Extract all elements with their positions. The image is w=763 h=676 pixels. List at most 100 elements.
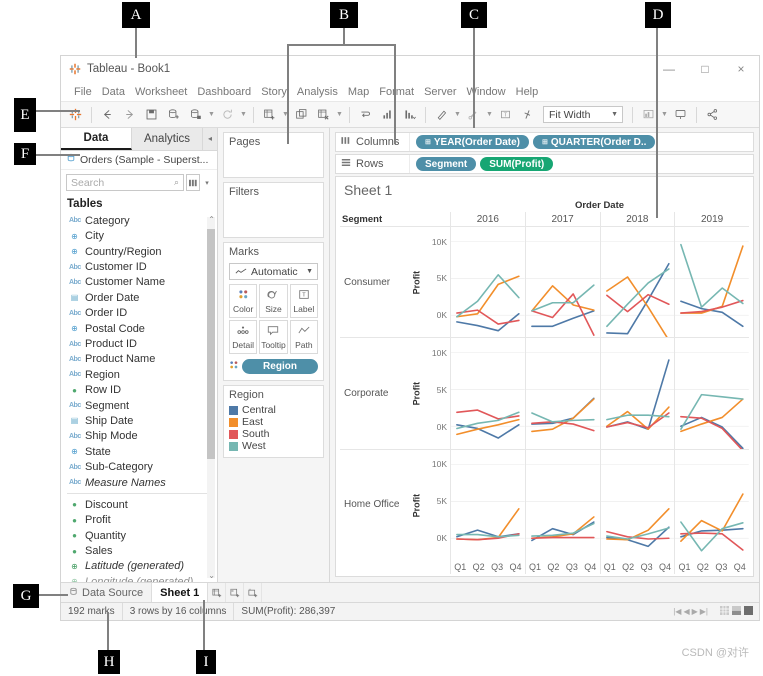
duplicate-sheet-icon[interactable]: [291, 105, 312, 125]
chart-pane[interactable]: [450, 227, 525, 337]
show-me-caret-icon[interactable]: ▼: [660, 105, 669, 125]
field-quantity[interactable]: ●Quantity: [63, 528, 217, 543]
field-measure-names[interactable]: AbcMeasure Names: [63, 475, 217, 490]
new-worksheet-icon[interactable]: [208, 583, 226, 602]
field-order-id[interactable]: AbcOrder ID: [63, 306, 217, 321]
highlight-icon[interactable]: [431, 105, 452, 125]
year-header-2018[interactable]: 2018: [600, 212, 675, 226]
data-pane-menu-icon[interactable]: ▾: [202, 174, 212, 191]
menu-item-help[interactable]: Help: [511, 86, 544, 98]
presentation-mode-icon[interactable]: [670, 105, 691, 125]
grid-view-icon[interactable]: [720, 606, 729, 618]
legend-item-south[interactable]: South: [229, 428, 318, 440]
segment-row-header[interactable]: Corporate: [340, 338, 410, 448]
status-pager[interactable]: |◀ ◀ ▶ ▶|: [667, 607, 714, 616]
field-ship-date[interactable]: ▤Ship Date: [63, 413, 217, 428]
year-header-2019[interactable]: 2019: [674, 212, 749, 226]
fit-dropdown[interactable]: Fit Width ▼: [543, 106, 623, 123]
group-caret-icon[interactable]: ▼: [485, 105, 494, 125]
marks-path-button[interactable]: Path: [290, 320, 318, 354]
clear-sheet-caret-icon[interactable]: ▼: [335, 105, 344, 125]
field-segment[interactable]: AbcSegment: [63, 398, 217, 413]
field-profit[interactable]: ●Profit: [63, 513, 217, 528]
fix-axes-icon[interactable]: [517, 105, 538, 125]
pill-year-order-date[interactable]: ⊞YEAR(Order Date): [416, 135, 529, 149]
maximize-button[interactable]: □: [687, 56, 723, 82]
columns-shelf-drop[interactable]: ⊞YEAR(Order Date) ⊞QUARTER(Order D..: [410, 133, 753, 151]
chart-pane[interactable]: [450, 338, 525, 448]
swap-rows-columns-icon[interactable]: [355, 105, 376, 125]
field-category[interactable]: AbcCategory: [63, 213, 217, 228]
menu-item-analysis[interactable]: Analysis: [292, 86, 343, 98]
field-customer-name[interactable]: AbcCustomer Name: [63, 275, 217, 290]
first-page-icon[interactable]: |◀: [673, 607, 681, 616]
close-button[interactable]: ×: [723, 56, 759, 82]
full-view-icon[interactable]: [744, 606, 753, 618]
columns-shelf[interactable]: Columns ⊞YEAR(Order Date) ⊞QUARTER(Order…: [335, 132, 754, 152]
highlight-caret-icon[interactable]: ▼: [453, 105, 462, 125]
menu-item-worksheet[interactable]: Worksheet: [130, 86, 192, 98]
data-pane-collapse-icon[interactable]: ◂: [203, 128, 217, 150]
field-order-date[interactable]: ▤Order Date: [63, 290, 217, 305]
new-data-source-icon[interactable]: [163, 105, 184, 125]
show-labels-icon[interactable]: T: [495, 105, 516, 125]
field-product-name[interactable]: AbcProduct Name: [63, 352, 217, 367]
menu-item-format[interactable]: Format: [374, 86, 419, 98]
chart-pane[interactable]: [674, 227, 749, 337]
marks-size-button[interactable]: Size: [259, 284, 287, 318]
data-source-tab[interactable]: Data Source: [61, 583, 152, 602]
refresh-caret-icon[interactable]: ▼: [239, 105, 248, 125]
tableau-home-icon[interactable]: [65, 105, 86, 125]
field-latitude[interactable]: ⊕Latitude (generated): [63, 559, 217, 574]
legend-item-east[interactable]: East: [229, 416, 318, 428]
segment-row-header[interactable]: Home Office: [340, 450, 410, 560]
field-list-scroll-thumb[interactable]: [207, 229, 215, 459]
rows-shelf-drop[interactable]: Segment SUM(Profit): [410, 155, 753, 173]
field-city[interactable]: ⊕City: [63, 229, 217, 244]
refresh-icon[interactable]: [217, 105, 238, 125]
year-header-2016[interactable]: 2016: [450, 212, 525, 226]
field-discount[interactable]: ●Discount: [63, 497, 217, 512]
field-ship-mode[interactable]: AbcShip Mode: [63, 429, 217, 444]
field-state[interactable]: ⊕State: [63, 444, 217, 459]
pill-sum-profit[interactable]: SUM(Profit): [480, 157, 553, 171]
marks-color-button[interactable]: Color: [229, 284, 257, 318]
marks-detail-button[interactable]: Detail: [229, 320, 257, 354]
marks-type-dropdown[interactable]: Automatic ▼: [229, 263, 318, 280]
chart-pane[interactable]: [525, 450, 600, 560]
field-product-id[interactable]: AbcProduct ID: [63, 336, 217, 351]
save-icon[interactable]: [141, 105, 162, 125]
split-view-icon[interactable]: [732, 606, 741, 618]
new-dashboard-icon[interactable]: [226, 583, 244, 602]
chart-pane[interactable]: [600, 450, 675, 560]
rows-shelf[interactable]: Rows Segment SUM(Profit): [335, 154, 754, 174]
legend-item-west[interactable]: West: [229, 440, 318, 452]
viz-canvas[interactable]: Sheet 1 Order Date Segment 2016 2017 201…: [335, 176, 754, 577]
next-page-icon[interactable]: ▶: [692, 607, 698, 616]
pages-card[interactable]: Pages: [223, 132, 324, 178]
new-story-icon[interactable]: [244, 583, 262, 602]
connect-data-caret-icon[interactable]: ▼: [207, 105, 216, 125]
field-longitude[interactable]: ⊕Longitude (generated): [63, 574, 217, 582]
prev-page-icon[interactable]: ◀: [683, 607, 689, 616]
menu-item-map[interactable]: Map: [343, 86, 374, 98]
chart-pane[interactable]: [450, 450, 525, 560]
field-customer-id[interactable]: AbcCustomer ID: [63, 259, 217, 274]
field-sub-category[interactable]: AbcSub-Category: [63, 459, 217, 474]
field-region[interactable]: AbcRegion: [63, 367, 217, 382]
field-sales[interactable]: ●Sales: [63, 543, 217, 558]
chart-pane[interactable]: [674, 338, 749, 448]
chart-pane[interactable]: [600, 227, 675, 337]
field-postal-code[interactable]: ⊕Postal Code: [63, 321, 217, 336]
last-page-icon[interactable]: ▶|: [700, 607, 708, 616]
tab-analytics[interactable]: Analytics: [132, 128, 203, 150]
filters-card[interactable]: Filters: [223, 182, 324, 238]
year-header-2017[interactable]: 2017: [525, 212, 600, 226]
marks-region-pill[interactable]: Region: [242, 359, 318, 374]
menu-item-window[interactable]: Window: [462, 86, 511, 98]
marks-tooltip-button[interactable]: Tooltip: [259, 320, 287, 354]
view-grid-button[interactable]: [186, 174, 200, 191]
forward-icon[interactable]: [119, 105, 140, 125]
new-worksheet-icon[interactable]: [259, 105, 280, 125]
back-icon[interactable]: [97, 105, 118, 125]
